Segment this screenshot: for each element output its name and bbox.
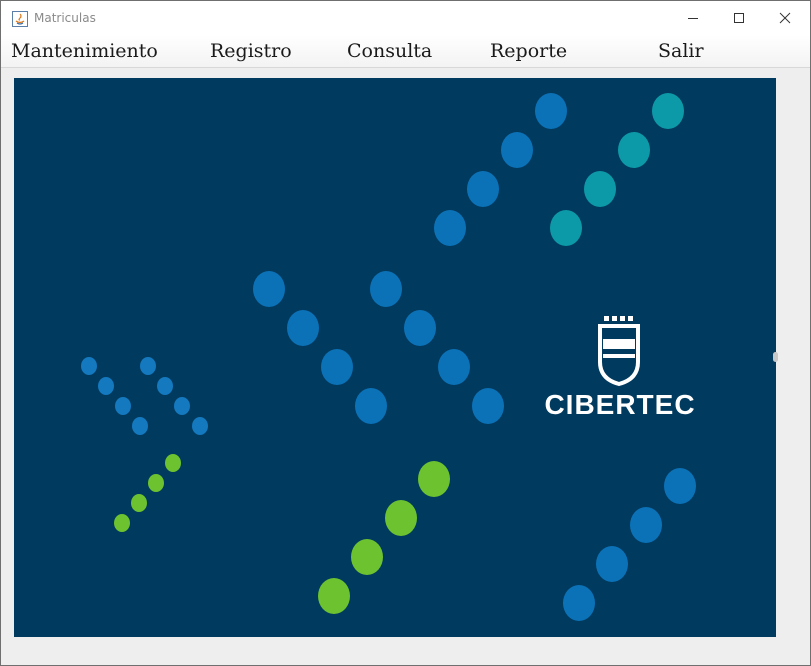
dot <box>355 388 387 424</box>
dot <box>131 494 147 512</box>
menu-reporte[interactable]: Reporte <box>490 37 567 65</box>
maximize-button[interactable] <box>716 1 762 35</box>
dot <box>114 514 130 532</box>
green-dot-row <box>318 461 450 614</box>
cibertec-banner-image: CIBERTEC <box>14 78 776 637</box>
blue-dot-row-bottom <box>563 468 696 621</box>
dot <box>438 349 470 385</box>
dot <box>165 454 181 472</box>
dot <box>550 210 582 246</box>
dot <box>618 132 650 168</box>
minimize-button[interactable] <box>670 1 716 35</box>
dot <box>563 585 595 621</box>
dot <box>472 388 504 424</box>
dot <box>148 474 164 492</box>
menu-salir[interactable]: Salir <box>658 37 704 65</box>
dot <box>584 171 616 207</box>
dot <box>630 507 662 543</box>
cibertec-logo: CIBERTEC <box>544 316 695 420</box>
dot <box>157 377 173 395</box>
dot <box>98 377 114 395</box>
dot <box>501 132 533 168</box>
dot <box>115 397 131 415</box>
menu-bar: Mantenimiento Registro Consulta Reporte … <box>1 35 810 68</box>
dot <box>385 500 417 536</box>
teal-dot-row <box>550 93 684 246</box>
small-green-dots <box>114 454 181 532</box>
dot <box>174 397 190 415</box>
menu-registro[interactable]: Registro <box>210 37 292 65</box>
dot <box>652 93 684 129</box>
dot <box>318 578 350 614</box>
dot <box>81 357 97 375</box>
menu-consulta[interactable]: Consulta <box>347 37 432 65</box>
dot <box>418 461 450 497</box>
dot <box>132 417 148 435</box>
dot <box>370 271 402 307</box>
dot <box>140 357 156 375</box>
small-blue-dots <box>81 357 208 435</box>
java-app-icon <box>12 11 28 27</box>
banner-graphic: CIBERTEC <box>81 93 696 621</box>
close-button[interactable] <box>762 1 808 35</box>
window-title: Matriculas <box>34 11 96 25</box>
dot <box>664 468 696 504</box>
dot <box>404 310 436 346</box>
dot <box>351 539 383 575</box>
blue-dot-row-middle-right <box>370 271 504 424</box>
maximize-icon <box>734 13 744 23</box>
window-edge-handle <box>773 352 778 362</box>
dot <box>321 349 353 385</box>
dot <box>535 93 567 129</box>
dot <box>192 417 208 435</box>
blue-dot-row-top <box>434 93 567 246</box>
dot <box>434 210 466 246</box>
logo-text: CIBERTEC <box>544 389 695 420</box>
close-icon <box>779 12 791 24</box>
dot <box>287 310 319 346</box>
shield-icon <box>598 316 640 387</box>
app-window: Matriculas Mantenimiento Registro Consul… <box>0 0 811 666</box>
dot <box>253 271 285 307</box>
minimize-icon <box>688 18 698 19</box>
title-bar[interactable]: Matriculas <box>1 1 810 35</box>
blue-dot-row-middle-left <box>253 271 387 424</box>
dot <box>596 546 628 582</box>
menu-mantenimiento[interactable]: Mantenimiento <box>11 37 158 65</box>
dot <box>467 171 499 207</box>
